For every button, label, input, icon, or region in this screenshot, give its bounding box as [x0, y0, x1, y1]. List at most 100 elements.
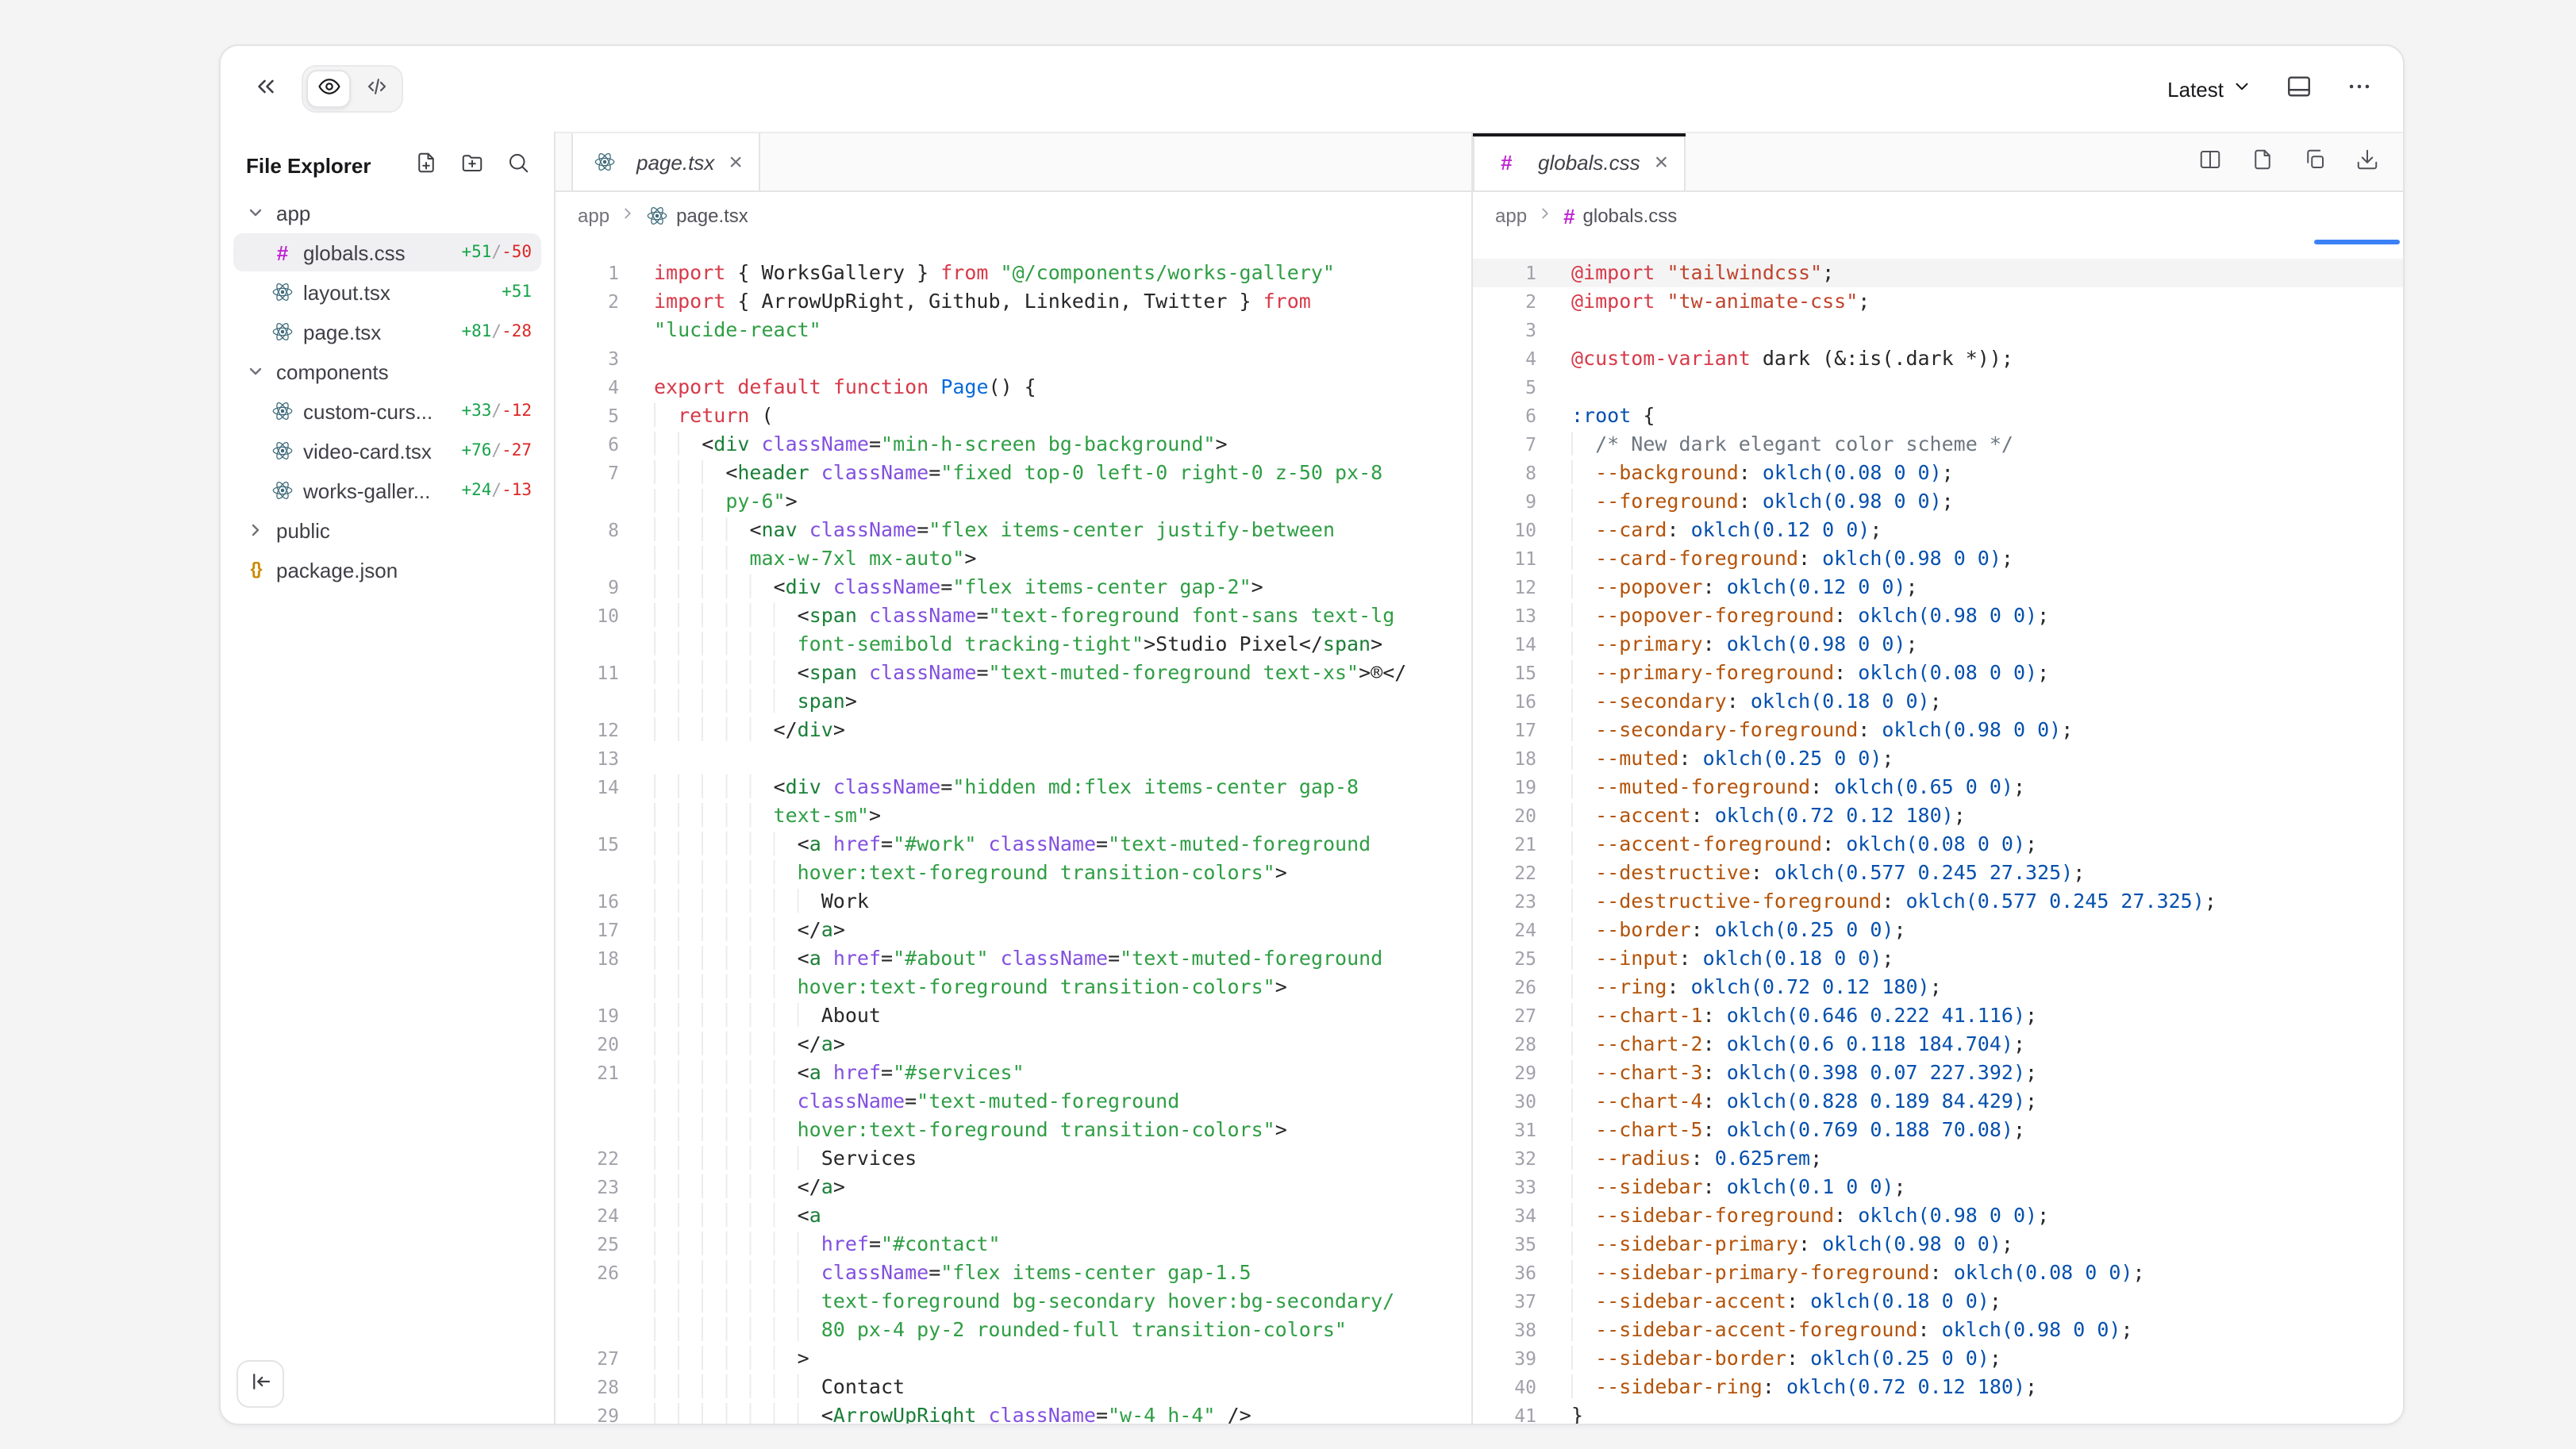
file-tree-item-app[interactable]: app	[233, 194, 541, 232]
tab-label: page.tsx	[636, 150, 714, 174]
file-name: package.json	[276, 558, 532, 582]
code-line-wrap: text-foreground bg-secondary hover:bg-se…	[556, 1287, 1471, 1316]
split-view-button[interactable]	[2195, 148, 2224, 176]
file-tree-item-components[interactable]: components	[233, 352, 541, 390]
code-editor-page-tsx[interactable]: 1import { WorksGallery } from "@/compone…	[556, 240, 1471, 1424]
code-editor-globals-css[interactable]: 1@import "tailwindcss";2@import "tw-anim…	[1473, 240, 2403, 1424]
file-tree-item-layout-tsx[interactable]: layout.tsx+51	[233, 273, 541, 311]
code-line: 19 --muted-foreground: oklch(0.65 0 0);	[1473, 773, 2403, 801]
line-number	[556, 801, 619, 830]
tab-globals-css[interactable]: # globals.css ×	[1473, 133, 1686, 190]
file-explorer-actions	[411, 151, 532, 179]
chevron-right-icon	[1536, 205, 1554, 227]
file-tree-item-package-json[interactable]: {}package.json	[233, 551, 541, 589]
code-line: 35 --sidebar-primary: oklch(0.98 0 0);	[1473, 1230, 2403, 1259]
file-button[interactable]	[2247, 148, 2276, 176]
line-number	[556, 487, 619, 516]
code-line: 16 Work	[556, 887, 1471, 916]
copy-icon	[2302, 148, 2326, 176]
code-line: 32 --radius: 0.625rem;	[1473, 1144, 2403, 1173]
tab-bar-right: # globals.css ×	[1473, 132, 2403, 192]
react-icon	[270, 479, 295, 502]
preview-mode-button[interactable]	[306, 70, 351, 108]
copy-button[interactable]	[2300, 148, 2328, 176]
diff-badge: +81/-28	[452, 322, 532, 341]
code-line-wrap: py-6">	[556, 487, 1471, 516]
line-number: 22	[1473, 859, 1536, 887]
line-number: 9	[1473, 487, 1536, 516]
code-line: 8 <nav className="flex items-center just…	[556, 516, 1471, 544]
line-number: 4	[556, 373, 619, 402]
breadcrumb-globals-css: app # globals.css	[1473, 192, 2403, 240]
file-tree-item-custom-curs-[interactable]: custom-curs...+33/-12	[233, 392, 541, 430]
chevron-down-icon	[243, 362, 268, 381]
code-line: 2@import "tw-animate-css";	[1473, 287, 2403, 316]
react-icon	[270, 321, 295, 343]
line-number: 4	[1473, 344, 1536, 373]
line-number: 21	[1473, 830, 1536, 859]
react-icon	[270, 400, 295, 422]
code-line: 22 --destructive: oklch(0.577 0.245 27.3…	[1473, 859, 2403, 887]
code-line: 29 --chart-3: oklch(0.398 0.07 227.392);	[1473, 1059, 2403, 1087]
code-line: 20 --accent: oklch(0.72 0.12 180);	[1473, 801, 2403, 830]
file-explorer-sidebar: File Explorer	[221, 132, 554, 1424]
code-line: 38 --sidebar-accent-foreground: oklch(0.…	[1473, 1316, 2403, 1344]
line-number: 20	[1473, 801, 1536, 830]
close-tab-icon[interactable]: ×	[1655, 150, 1669, 174]
line-number: 26	[556, 1259, 619, 1287]
code-line: 7 <header className="fixed top-0 left-0 …	[556, 459, 1471, 487]
file-name: app	[276, 201, 532, 225]
close-tab-icon[interactable]: ×	[729, 150, 743, 174]
code-line: 2import { ArrowUpRight, Github, Linkedin…	[556, 287, 1471, 316]
more-options-button[interactable]	[2335, 65, 2382, 113]
line-number: 32	[1473, 1144, 1536, 1173]
breadcrumb-root[interactable]: app	[578, 205, 609, 227]
line-number: 25	[556, 1230, 619, 1259]
tab-page-tsx[interactable]: page.tsx ×	[571, 133, 760, 190]
line-number	[556, 1287, 619, 1316]
chevron-right-icon	[243, 521, 268, 540]
file-tree-item-works-galler-[interactable]: works-galler...+24/-13	[233, 471, 541, 509]
version-selector[interactable]: Latest	[2158, 65, 2262, 113]
line-number: 2	[1473, 287, 1536, 316]
line-number: 7	[556, 459, 619, 487]
line-number: 1	[556, 259, 619, 287]
search-files-button[interactable]	[503, 151, 532, 179]
download-button[interactable]	[2352, 148, 2381, 176]
new-file-button[interactable]	[411, 151, 440, 179]
collapse-sidebar-button[interactable]	[241, 65, 289, 113]
file-tree: app #globals.css+51/-50layout.tsx+51page.…	[221, 192, 554, 590]
code-line: 5 return (	[556, 402, 1471, 430]
file-tree-item-public[interactable]: public	[233, 511, 541, 549]
breadcrumb-root[interactable]: app	[1495, 205, 1527, 227]
file-tree-item-page-tsx[interactable]: page.tsx+81/-28	[233, 313, 541, 351]
line-number: 19	[1473, 773, 1536, 801]
line-number: 13	[556, 744, 619, 773]
line-number	[556, 630, 619, 659]
breadcrumb-file[interactable]: # globals.css	[1563, 205, 1677, 227]
file-name: layout.tsx	[303, 280, 492, 304]
code-line: 17 --secondary-foreground: oklch(0.98 0 …	[1473, 716, 2403, 744]
code-line: 22 Services	[556, 1144, 1471, 1173]
line-number: 22	[556, 1144, 619, 1173]
collapse-panel-button[interactable]	[236, 1360, 284, 1408]
code-mode-button[interactable]	[354, 70, 398, 108]
file-name: public	[276, 518, 532, 542]
scroll-indicator[interactable]	[2314, 240, 2400, 244]
file-tree-item-video-card-tsx[interactable]: video-card.tsx+76/-27	[233, 432, 541, 470]
code-line: 25 href="#contact"	[556, 1230, 1471, 1259]
line-number	[556, 1087, 619, 1116]
line-number: 2	[556, 287, 619, 316]
new-folder-button[interactable]	[457, 151, 486, 179]
code-line: 14 --primary: oklch(0.98 0 0);	[1473, 630, 2403, 659]
file-explorer-title: File Explorer	[246, 153, 371, 177]
line-number: 27	[1473, 1001, 1536, 1030]
line-number: 29	[1473, 1059, 1536, 1087]
panel-layout-button[interactable]	[2274, 65, 2322, 113]
line-number: 39	[1473, 1344, 1536, 1373]
breadcrumb-file[interactable]: page.tsx	[646, 205, 748, 227]
line-number: 12	[1473, 573, 1536, 602]
file-tree-item-globals-css[interactable]: #globals.css+51/-50	[233, 233, 541, 271]
react-icon	[270, 440, 295, 462]
code-line: 24 --border: oklch(0.25 0 0);	[1473, 916, 2403, 944]
